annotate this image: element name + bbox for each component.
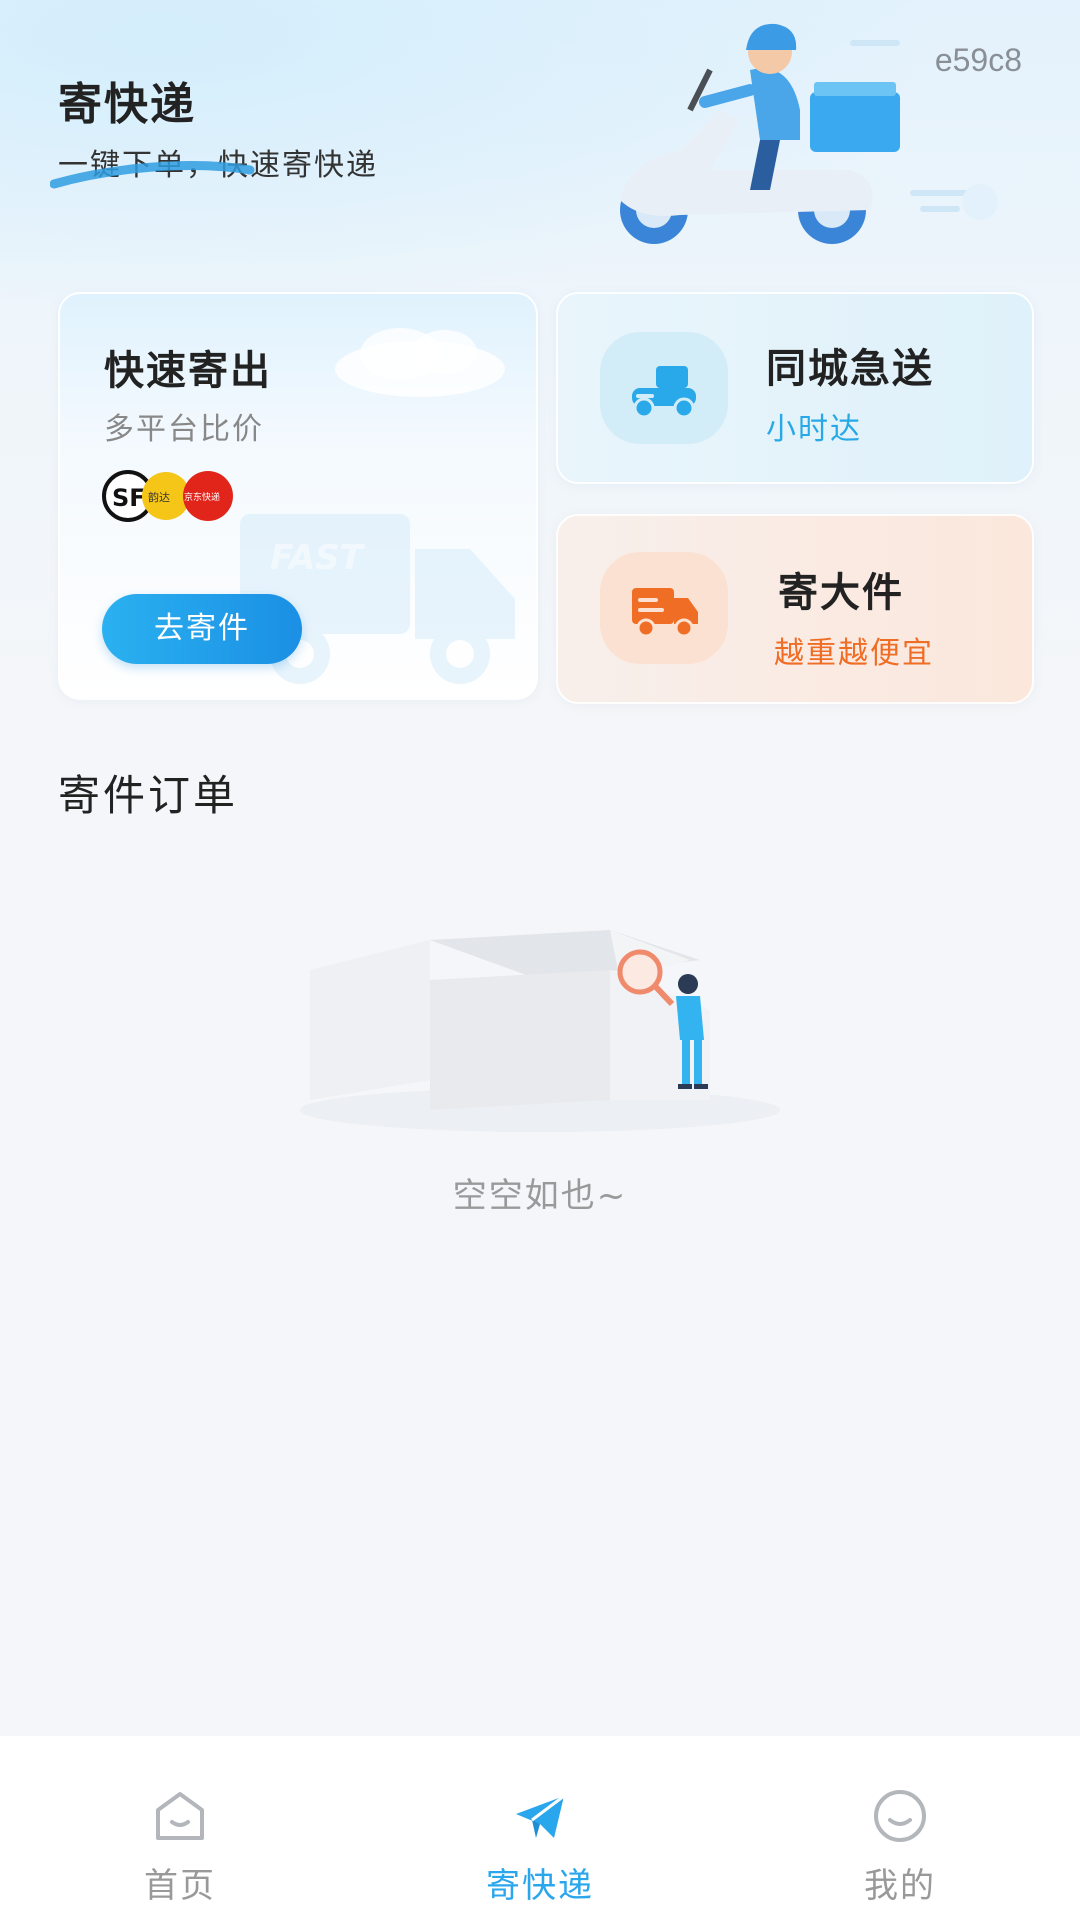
delivery-scooter-icon xyxy=(632,366,696,419)
tab-mine[interactable]: 我的 xyxy=(780,1736,1020,1920)
title-underline-decoration xyxy=(50,161,255,189)
smiley-icon xyxy=(874,1790,926,1842)
paper-plane-icon xyxy=(516,1794,565,1838)
tab-home[interactable]: 首页 xyxy=(60,1736,300,1920)
bulky-title: 寄大件 xyxy=(778,570,904,616)
svg-text:韵达: 韵达 xyxy=(148,490,170,504)
fast-text: FAST xyxy=(270,538,366,578)
express-card-title: 快速寄出 xyxy=(104,348,272,394)
header: 寄快递 xyxy=(50,68,255,189)
tab-home-label: 首页 xyxy=(144,1866,216,1906)
bulky-icon-tile xyxy=(600,552,728,664)
carrier-logos: SF 韵达 京东快递 xyxy=(102,470,233,522)
empty-box-illustration xyxy=(300,930,780,1132)
bottom-tab-bar: 首页 寄快递 我的 xyxy=(0,1736,1080,1920)
bulky-subtitle: 越重越便宜 xyxy=(774,636,934,671)
bulky-item-card[interactable]: 寄大件 越重越便宜 xyxy=(556,514,1034,704)
same-city-delivery-card[interactable]: 同城急送 小时达 xyxy=(556,292,1034,484)
tab-send-express-label: 寄快递 xyxy=(486,1866,594,1906)
courier-scooter-illustration xyxy=(620,23,998,244)
delivery-truck-icon xyxy=(632,588,698,638)
orders-section-title: 寄件订单 xyxy=(58,771,239,820)
express-card-subtitle: 多平台比价 xyxy=(104,412,264,447)
home-icon xyxy=(156,1792,204,1840)
go-send-button[interactable]: 去寄件 xyxy=(102,594,302,664)
svg-text:京东快递: 京东快递 xyxy=(184,491,220,503)
cloud-decoration xyxy=(335,328,505,397)
svg-text:SF: SF xyxy=(112,484,146,512)
empty-state-text: 空空如也~ xyxy=(452,1176,628,1216)
page-title: 寄快递 xyxy=(58,79,196,130)
same-city-subtitle: 小时达 xyxy=(766,412,862,447)
same-city-icon-tile xyxy=(600,332,728,444)
tab-mine-label: 我的 xyxy=(864,1866,936,1906)
express-send-card[interactable]: FAST 快速寄出 多平台比价 SF 韵达 京东快递 去寄件 xyxy=(58,292,538,700)
same-city-title: 同城急送 xyxy=(766,346,934,392)
tab-send-express[interactable]: 寄快递 xyxy=(420,1736,660,1920)
